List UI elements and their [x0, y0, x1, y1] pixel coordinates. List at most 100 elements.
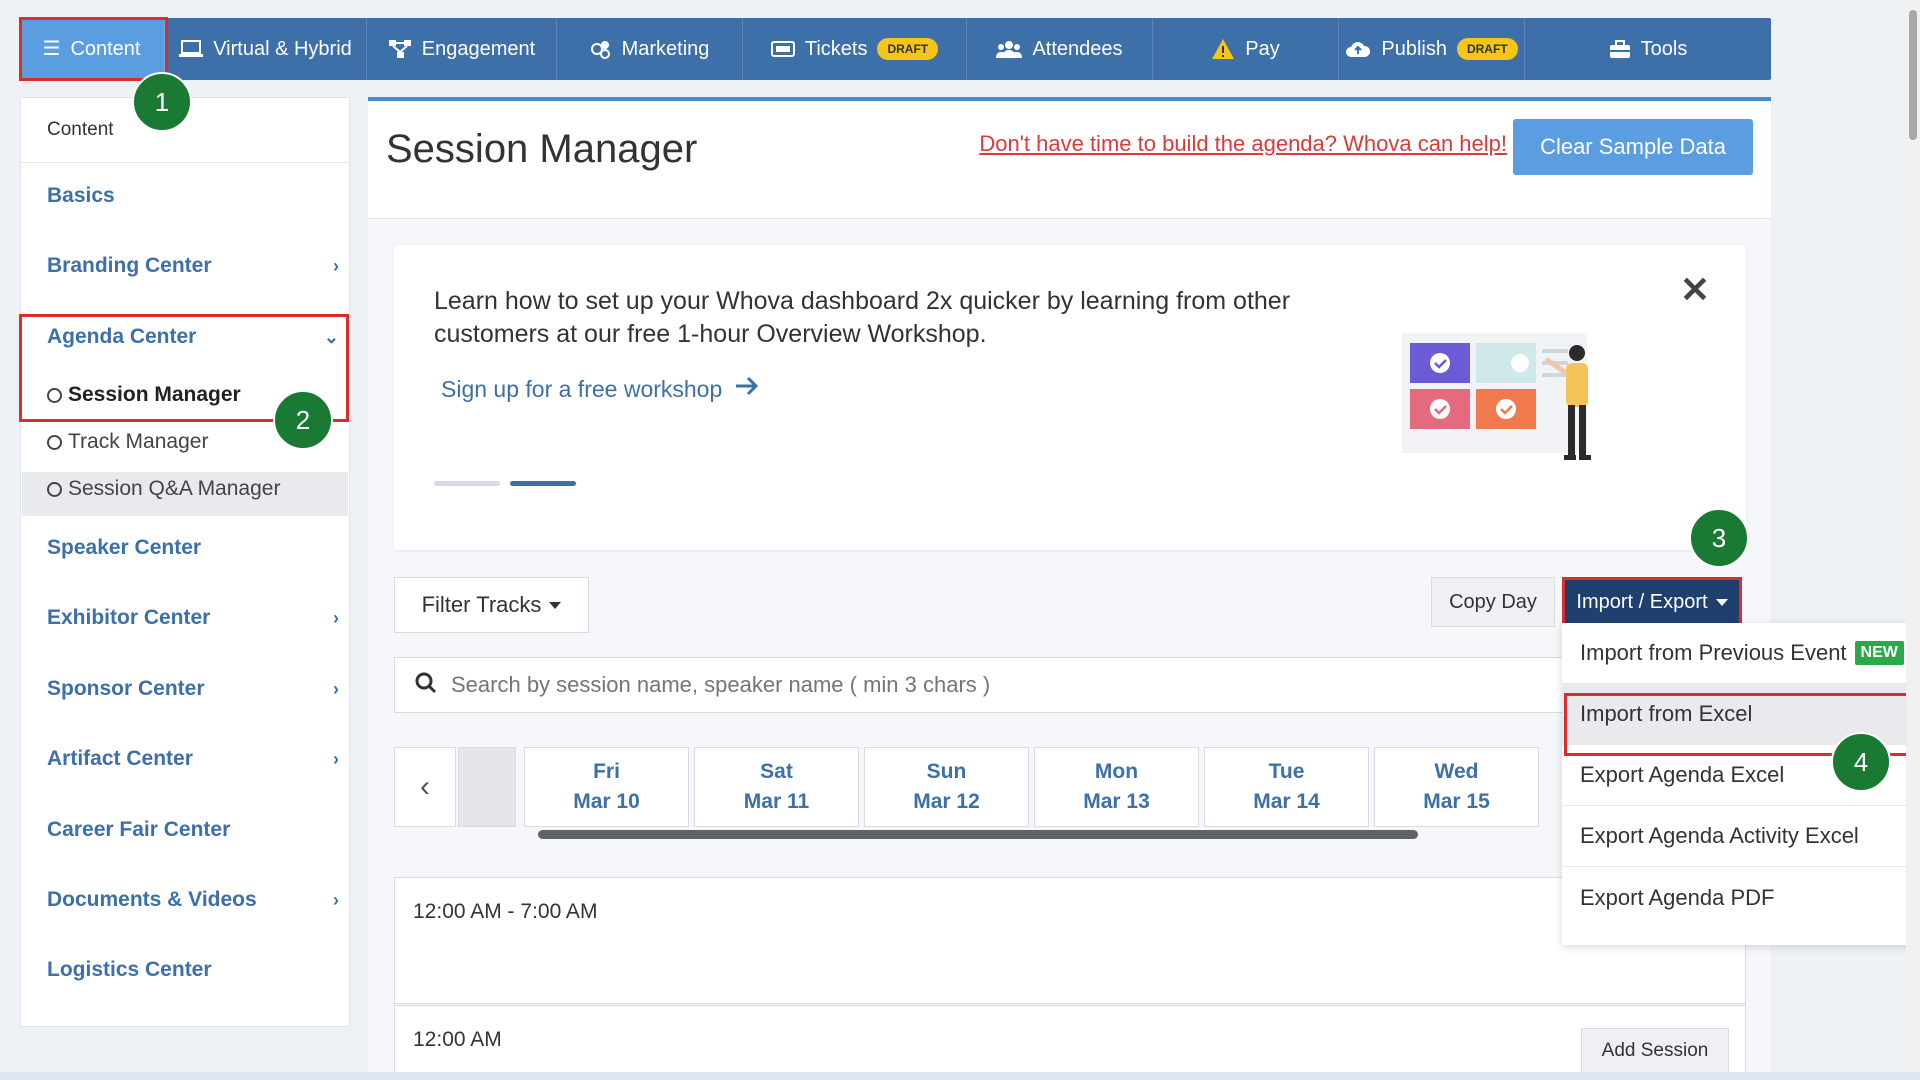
carousel-dot-active[interactable] [510, 481, 576, 486]
day-tab[interactable]: Sat Mar 11 [694, 747, 859, 827]
tab-publish[interactable]: Publish DRAFT [1339, 18, 1525, 80]
circle-icon [47, 481, 62, 497]
day-date: Mar 13 [1083, 790, 1150, 813]
day-date: Mar 14 [1253, 790, 1320, 813]
footer-edge [0, 1072, 1920, 1080]
sidebar-item-label: Speaker Center [47, 536, 202, 559]
tab-label: Tools [1640, 37, 1688, 60]
day-of-week: Sun [926, 760, 967, 783]
day-tab[interactable]: Tue Mar 14 [1204, 747, 1369, 827]
menu-item-import-previous-event[interactable]: Import from Previous Event NEW [1562, 623, 1912, 684]
agenda-help-link[interactable]: Don't have time to build the agenda? Who… [979, 131, 1507, 157]
day-tab-partial[interactable] [458, 747, 516, 827]
sidebar-item-basics[interactable]: Basics [47, 184, 339, 208]
filter-tracks-button[interactable]: Filter Tracks [394, 577, 589, 633]
menu-item-label: Import from Previous Event [1580, 640, 1847, 665]
top-navigation: ☰ Content Virtual & Hybrid Engagement Ma… [19, 18, 1771, 80]
main-panel: Session Manager Don't have time to build… [368, 97, 1771, 1080]
workshop-signup-link[interactable]: Sign up for a free workshop [441, 375, 760, 403]
day-of-week: Sat [760, 760, 793, 783]
sidebar-item-agenda-center[interactable]: Agenda Center ⌄ [47, 325, 339, 349]
laptop-icon [179, 39, 204, 59]
menu-item-label: Export Agenda Activity Excel [1580, 823, 1859, 848]
tab-virtual-hybrid[interactable]: Virtual & Hybrid [165, 18, 367, 80]
day-tab[interactable]: Wed Mar 15 [1374, 747, 1539, 827]
sidebar-item-label: Career Fair Center [47, 818, 231, 841]
sidebar-item-branding-center[interactable]: Branding Center › [47, 254, 339, 278]
day-of-week: Tue [1268, 760, 1305, 783]
day-date: Mar 12 [913, 790, 980, 813]
tab-label: Virtual & Hybrid [213, 37, 352, 60]
tab-attendees[interactable]: Attendees [967, 18, 1153, 80]
filter-tracks-label: Filter Tracks [421, 592, 542, 617]
close-icon[interactable]: ✕ [1680, 269, 1710, 311]
circle-icon [47, 434, 62, 450]
megaphone-icon [590, 39, 612, 59]
sidebar-subitem-label: Track Manager [68, 430, 209, 453]
caret-down-icon [1715, 598, 1728, 606]
day-tab[interactable]: Sun Mar 12 [864, 747, 1029, 827]
sidebar-item-documents-videos[interactable]: Documents & Videos › [47, 888, 339, 912]
menu-item-label: Import from Excel [1580, 701, 1753, 726]
menu-item-export-agenda-pdf[interactable]: Export Agenda PDF [1562, 867, 1912, 928]
sidebar-item-speaker-center[interactable]: Speaker Center [47, 536, 339, 560]
import-export-button[interactable]: Import / Export [1562, 577, 1742, 627]
carousel-dot[interactable] [434, 481, 500, 486]
sidebar-item-label: Exhibitor Center [47, 606, 211, 629]
sidebar-item-logistics-center[interactable]: Logistics Center [47, 958, 339, 982]
toolbox-icon [1609, 39, 1631, 59]
tab-marketing[interactable]: Marketing [557, 18, 743, 80]
sidebar-item-sponsor-center[interactable]: Sponsor Center › [47, 677, 339, 701]
menu-item-label: Export Agenda Excel [1580, 762, 1785, 787]
sidebar-item-label: Sponsor Center [47, 677, 205, 700]
list-icon: ☰ [42, 38, 61, 60]
tab-pay[interactable]: Pay [1153, 18, 1339, 80]
banner-link-label: Sign up for a free workshop [441, 375, 723, 402]
scrollbar-thumb[interactable] [1909, 10, 1917, 140]
sidebar-subitem-session-qa-manager[interactable]: Session Q&A Manager [47, 477, 280, 501]
sidebar-subitem-session-manager[interactable]: Session Manager [47, 383, 241, 407]
chevron-right-icon: › [333, 607, 339, 628]
sidebar-item-label: Basics [47, 184, 115, 207]
cloud-upload-icon [1345, 39, 1371, 59]
day-tab[interactable]: Fri Mar 10 [524, 747, 689, 827]
search-input[interactable] [451, 672, 1551, 698]
horizontal-scrollbar[interactable] [538, 830, 1418, 839]
chevron-left-icon[interactable]: ‹ [394, 747, 456, 827]
day-date: Mar 15 [1423, 790, 1490, 813]
dashboard-illustration [1402, 329, 1632, 494]
tab-tickets[interactable]: Tickets DRAFT [743, 18, 967, 80]
clear-sample-data-button[interactable]: Clear Sample Data [1513, 119, 1753, 175]
tab-content[interactable]: ☰ Content [19, 18, 165, 80]
page-title: Session Manager [386, 127, 698, 171]
chevron-down-icon: ⌄ [323, 326, 339, 347]
tab-tools[interactable]: Tools [1525, 18, 1771, 80]
step-badge: 3 [1689, 508, 1749, 568]
day-date: Mar 11 [743, 790, 810, 813]
sidebar-item-label: Documents & Videos [47, 888, 257, 911]
sidebar-item-label: Agenda Center [47, 325, 197, 348]
session-search [394, 657, 1746, 713]
add-session-button[interactable]: Add Session [1581, 1028, 1729, 1074]
step-badge: 2 [273, 390, 333, 450]
sidebar-item-artifact-center[interactable]: Artifact Center › [47, 747, 339, 771]
sidebar-item-exhibitor-center[interactable]: Exhibitor Center › [47, 606, 339, 630]
arrow-right-icon [734, 375, 760, 403]
circle-icon [47, 387, 62, 403]
sidebar-item-career-fair-center[interactable]: Career Fair Center [47, 818, 339, 842]
menu-item-label: Export Agenda PDF [1580, 884, 1775, 910]
copy-day-button[interactable]: Copy Day [1431, 577, 1555, 627]
chevron-right-icon: › [333, 889, 339, 910]
tab-label: Attendees [1032, 37, 1123, 60]
tab-label: Marketing [621, 37, 710, 60]
day-date: Mar 10 [573, 790, 640, 813]
new-badge: NEW [1854, 641, 1904, 665]
sidebar-subitem-label: Session Manager [68, 383, 241, 406]
menu-item-export-agenda-activity-excel[interactable]: Export Agenda Activity Excel [1562, 806, 1912, 867]
step-badge: 1 [132, 72, 192, 132]
vertical-scrollbar[interactable] [1906, 0, 1920, 1080]
sidebar-subitem-track-manager[interactable]: Track Manager [47, 430, 208, 454]
day-tab[interactable]: Mon Mar 13 [1034, 747, 1199, 827]
sidebar-item-label: Logistics Center [47, 958, 212, 981]
tab-engagement[interactable]: Engagement [367, 18, 557, 80]
